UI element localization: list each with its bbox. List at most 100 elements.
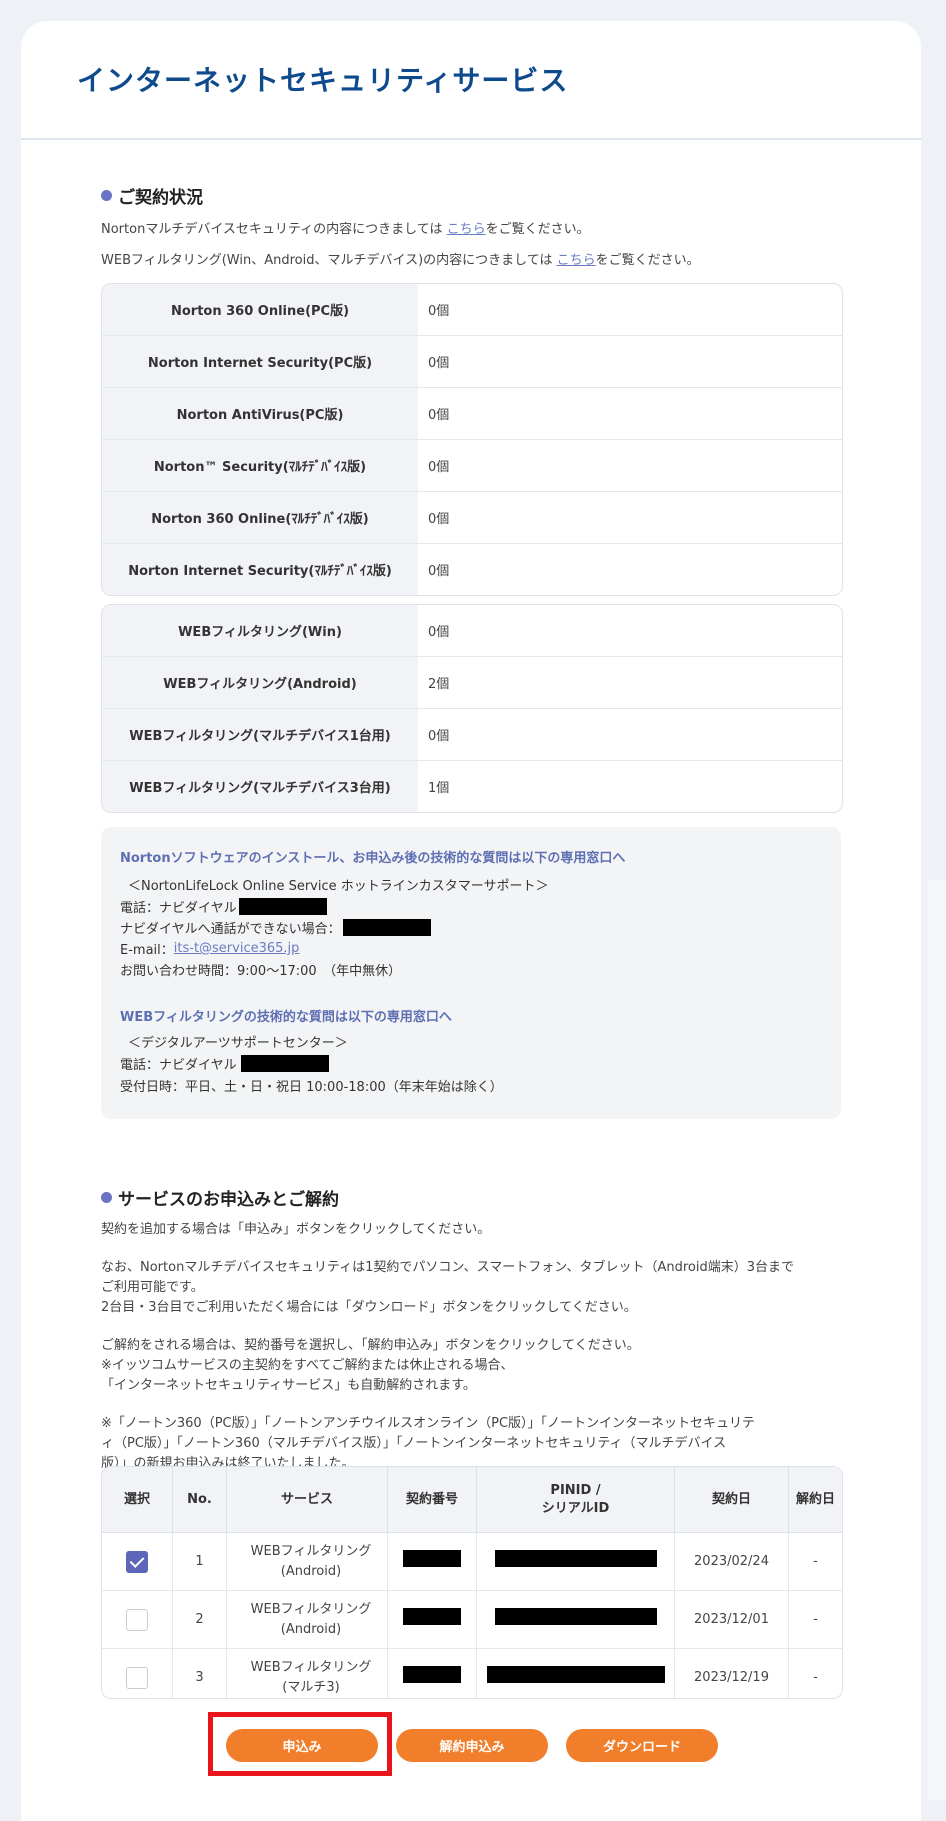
contracts-table-header: 選択 No. サービス 契約番号 PINID / シリアルID 契約日 解約日	[102, 1467, 842, 1533]
web-filter-info-line: WEBフィルタリング(Win、Android、マルチデバイス)の内容につきまして…	[101, 249, 700, 268]
norton-alt-phone-line: ナビダイヤルへ通話ができない場合：	[120, 918, 431, 937]
web-filtering-table: WEBフィルタリング(Win) 0個 WEBフィルタリング(Android) 2個 …	[101, 604, 843, 813]
row-contract-no	[387, 1590, 477, 1649]
redacted-block	[342, 919, 431, 936]
col-service: サービス	[226, 1467, 388, 1533]
product-row: Norton Internet Security(ﾏﾙﾁﾃﾞﾊﾞｲｽ版) 0個	[102, 543, 842, 595]
row-contract-date: 2023/02/24	[674, 1532, 789, 1591]
instruction-line: ※イッツコムサービスの主契約をすべてご解約または休止される場合、	[101, 1358, 514, 1373]
row-service: WEBフィルタリング (Android)	[226, 1590, 388, 1649]
redacted-block	[403, 1665, 461, 1683]
product-count: 1個	[428, 781, 450, 796]
instruction-line: ご利用可能です。	[101, 1280, 204, 1295]
row-cancel-date: -	[788, 1532, 842, 1591]
web-phone-label: 電話：ナビダイヤル	[120, 1058, 237, 1073]
row-contract-no	[387, 1648, 477, 1698]
redacted-block	[494, 1549, 657, 1567]
instruction-line: なお、Nortonマルチデバイスセキュリティは1契約でパソコン、スマートフォン、…	[101, 1260, 794, 1275]
product-name: WEBフィルタリング(Win)	[102, 605, 418, 656]
row-checkbox[interactable]	[126, 1550, 148, 1573]
norton-phone-label: 電話：ナビダイヤル	[120, 901, 237, 916]
col-select: 選択	[102, 1467, 173, 1533]
product-count: 0個	[428, 729, 450, 744]
col-contract-no: 契約番号	[387, 1467, 477, 1533]
norton-support-heading: Nortonソフトウェアのインストール、お申込み後の技術的な質問は以下の専用窓口…	[120, 851, 626, 866]
product-name: Norton™ Security(ﾏﾙﾁﾃﾞﾊﾞｲｽ版)	[102, 440, 418, 491]
row-service-line1: WEBフィルタリング	[250, 1601, 372, 1617]
norton-products-table: Norton 360 Online(PC版) 0個 Norton Internet…	[101, 283, 843, 596]
norton-info-suffix: をご覧ください。	[485, 222, 590, 237]
row-service-line1: WEBフィルタリング	[250, 1543, 372, 1559]
product-row: WEBフィルタリング(マルチデバイス3台用) 1個	[102, 760, 842, 812]
col-no: No.	[172, 1467, 227, 1533]
product-name: Norton Internet Security(ﾏﾙﾁﾃﾞﾊﾞｲｽ版)	[102, 544, 418, 595]
redacted-block	[403, 1607, 461, 1625]
download-button[interactable]: ダウンロード	[566, 1729, 718, 1762]
row-pinid	[476, 1532, 675, 1591]
product-row: Norton AntiVirus(PC版) 0個	[102, 387, 842, 439]
product-row: Norton 360 Online(ﾏﾙﾁﾃﾞﾊﾞｲｽ版) 0個	[102, 491, 842, 543]
row-no: 2	[172, 1590, 227, 1649]
col-pinid: PINID / シリアルID	[476, 1467, 675, 1533]
product-count: 0個	[428, 460, 450, 475]
row-checkbox[interactable]	[126, 1608, 148, 1631]
redacted-block	[240, 1055, 329, 1072]
row-service-line2: (Android)	[280, 1563, 342, 1579]
product-count: 0個	[428, 356, 450, 371]
contracts-table: 選択 No. サービス 契約番号 PINID / シリアルID 契約日 解約日 1…	[101, 1466, 843, 1699]
service-section-heading: サービスのお申込みとご解約	[101, 1185, 339, 1210]
product-count: 0個	[428, 304, 450, 319]
cancel-apply-button[interactable]: 解約申込み	[396, 1729, 548, 1762]
web-filter-info-text: WEBフィルタリング(Win、Android、マルチデバイス)の内容につきまして…	[101, 253, 557, 268]
norton-support-center: ＜NortonLifeLock Online Service ホットラインカスタ…	[128, 879, 549, 894]
web-support-heading: WEBフィルタリングの技術的な質問は以下の専用窓口へ	[120, 1010, 452, 1025]
redacted-block	[238, 898, 327, 915]
product-row: Norton Internet Security(PC版) 0個	[102, 335, 842, 387]
product-row: WEBフィルタリング(Android) 2個	[102, 656, 842, 708]
row-service-line2: (Android)	[280, 1621, 342, 1637]
col-contract-date: 契約日	[674, 1467, 789, 1533]
web-hours: 受付日時：平日、土・日・祝日 10:00-18:00（年末年始は除く）	[120, 1080, 503, 1095]
product-count: 0個	[428, 625, 450, 640]
row-contract-no	[387, 1532, 477, 1591]
apply-button-highlight	[208, 1712, 392, 1776]
bullet-dot-icon	[101, 190, 112, 201]
product-name: WEBフィルタリング(Android)	[102, 657, 418, 708]
product-row: WEBフィルタリング(Win) 0個	[102, 605, 842, 656]
row-service-line1: WEBフィルタリング	[250, 1659, 372, 1675]
instruction-line: 2台目・3台目でご利用いただく場合には「ダウンロード」ボタンをクリックしてくださ…	[101, 1300, 637, 1315]
row-contract-date: 2023/12/19	[674, 1648, 789, 1698]
product-name: WEBフィルタリング(マルチデバイス3台用)	[102, 761, 418, 812]
instruction-line: ィ（PC版）」「ノートン360（マルチデバイス版）」「ノートンインターネットセキ…	[101, 1436, 727, 1451]
row-no: 1	[172, 1532, 227, 1591]
product-row: Norton™ Security(ﾏﾙﾁﾃﾞﾊﾞｲｽ版) 0個	[102, 439, 842, 491]
email-label: E-mail：	[120, 943, 174, 958]
email-link[interactable]: its-t@service365.jp	[174, 941, 300, 956]
row-cancel-date: -	[813, 1669, 818, 1685]
product-row: Norton 360 Online(PC版) 0個	[102, 284, 842, 335]
redacted-block	[486, 1665, 665, 1683]
col-cancel-date: 解約日	[788, 1467, 842, 1533]
col-pinid-line2: シリアルID	[541, 1500, 610, 1516]
row-service-line2: (マルチ3)	[282, 1679, 340, 1695]
product-name: Norton AntiVirus(PC版)	[102, 388, 418, 439]
contract-status-heading: ご契約状況	[101, 183, 203, 208]
norton-alt-phone-label: ナビダイヤルへ通話ができない場合：	[120, 922, 341, 937]
col-pinid-line1: PINID /	[550, 1482, 601, 1498]
product-name: Norton 360 Online(PC版)	[102, 284, 418, 335]
instruction-line: ※「ノートン360（PC版）」「ノートンアンチウイルスオンライン（PC版）」「ノ…	[101, 1416, 756, 1431]
row-checkbox[interactable]	[126, 1666, 148, 1689]
norton-info-text: Nortonマルチデバイスセキュリティの内容につきましては	[101, 222, 447, 237]
row-no: 3	[172, 1648, 227, 1698]
page-title: インターネットセキュリティサービス	[77, 64, 569, 97]
service-section-heading-text: サービスのお申込みとご解約	[118, 1190, 339, 1210]
product-row: WEBフィルタリング(マルチデバイス1台用) 0個	[102, 708, 842, 760]
table-row: 3 WEBフィルタリング (マルチ3) 2023/12/19 -	[102, 1648, 842, 1698]
instruction-line: 「インターネットセキュリティサービス」も自動解約されます。	[101, 1378, 476, 1393]
instruction-line: ご解約をされる場合は、契約番号を選択し、「解約申込み」ボタンをクリックしてくださ…	[101, 1338, 640, 1353]
product-name: Norton Internet Security(PC版)	[102, 336, 418, 387]
web-filter-info-link[interactable]: こちら	[557, 253, 596, 268]
product-name: WEBフィルタリング(マルチデバイス1台用)	[102, 709, 418, 760]
norton-info-link[interactable]: こちら	[447, 222, 486, 237]
service-instructions: 契約を追加する場合は「申込み」ボタンをクリックしてください。 なお、Norton…	[101, 1220, 846, 1474]
